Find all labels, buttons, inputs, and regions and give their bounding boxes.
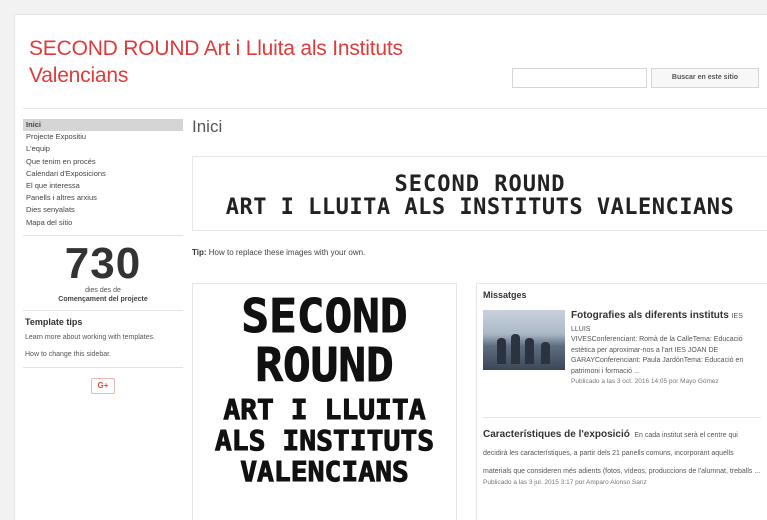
change-sidebar-link[interactable]: How to change this sidebar. xyxy=(25,350,183,359)
post-excerpt: VIVESConferenciant: Romà de la CalleTema… xyxy=(571,336,744,375)
post-thumbnail-image[interactable] xyxy=(483,310,565,370)
person-figure xyxy=(525,338,534,364)
sidebar-item-el-que-interessa[interactable]: El que interessa xyxy=(23,180,183,192)
sidebar-item-que-tenim[interactable]: Que tenim en procés xyxy=(23,156,183,168)
counter-caption: Començament del projecte xyxy=(58,295,148,303)
poster-line-4: ALS INSTITUTS xyxy=(214,424,435,457)
sidebar-divider xyxy=(23,366,183,368)
sidebar-item-inici[interactable]: Inici xyxy=(23,119,183,132)
post-meta: Publicado a las 3 oct. 2016 14:05 por Ma… xyxy=(571,378,719,385)
post-body: Fotografies als diferents instituts IES … xyxy=(571,310,761,387)
sidebar-divider xyxy=(23,234,183,236)
poster-line-3: ART I LLUITA xyxy=(223,393,426,426)
post-title[interactable]: Característiques de l'exposició xyxy=(483,429,630,440)
search-input[interactable] xyxy=(512,68,647,88)
person-figure xyxy=(497,338,506,364)
person-figure xyxy=(511,334,520,364)
sidebar-divider xyxy=(23,309,183,311)
header-divider xyxy=(23,108,767,109)
post-divider xyxy=(483,417,761,418)
template-tips-link[interactable]: Learn more about working with templates. xyxy=(25,333,183,342)
post-meta: Publicado a las 3 jul. 2015 3:17 por Amp… xyxy=(483,479,647,486)
post-title-text[interactable]: Fotografies als diferents instituts xyxy=(571,310,729,321)
poster-image: SECOND ROUND ART I LLUITA ALS INSTITUTS … xyxy=(192,283,457,520)
site-title[interactable]: SECOND ROUND Art i Lluita als Instituts … xyxy=(29,35,429,89)
search-button[interactable]: Buscar en este sitio xyxy=(651,68,759,88)
page-title: Inici xyxy=(192,117,223,136)
sidebar-item-mapa[interactable]: Mapa del sitio xyxy=(23,217,183,229)
banner-line-2: ART I LLUITA ALS INSTITUTS VALENCIANS xyxy=(225,195,735,220)
counter-value: 730 xyxy=(64,238,142,288)
poster-line-2: ROUND xyxy=(255,338,394,392)
poster-line-1: SECOND xyxy=(241,289,408,343)
sidebar-item-dies-senyalats[interactable]: Dies senyalats xyxy=(23,204,183,216)
sidebar-item-calendari[interactable]: Calendari d'Exposicions xyxy=(23,168,183,180)
tip-link[interactable]: How to replace these images with your ow… xyxy=(209,248,366,257)
header-banner-image: SECOND ROUND ART I LLUITA ALS INSTITUTS … xyxy=(192,156,767,231)
messages-panel: Missatges Fotografies als diferents inst… xyxy=(476,283,767,520)
counter-label: dies des de xyxy=(85,286,121,294)
sidebar-item-panells[interactable]: Panells i altres arxius xyxy=(23,192,183,204)
tip-line: Tip: How to replace these images with yo… xyxy=(192,248,365,257)
sidebar-item-projecte-expositiu[interactable]: Projecte Expositiu xyxy=(23,131,183,143)
google-plus-button[interactable]: G+ xyxy=(91,377,115,394)
day-counter: 730 dies des de Començament del projecte xyxy=(23,238,183,304)
template-tips-title: Template tips xyxy=(25,316,83,327)
message-post: Característiques de l'exposició En cada … xyxy=(483,424,763,488)
poster-line-5: VALENCIANS xyxy=(240,455,410,488)
person-figure xyxy=(541,342,550,364)
post-title[interactable]: Fotografies als diferents instituts IES … xyxy=(571,310,761,335)
banner-line-1: SECOND ROUND xyxy=(394,172,566,197)
page: SECOND ROUND Art i Lluita als Instituts … xyxy=(14,14,767,520)
messages-title: Missatges xyxy=(483,290,527,300)
sidebar: Inici Projecte Expositiu L'equip Que ten… xyxy=(23,119,183,394)
sidebar-item-equip[interactable]: L'equip xyxy=(23,143,183,155)
tip-label: Tip: xyxy=(192,248,207,257)
